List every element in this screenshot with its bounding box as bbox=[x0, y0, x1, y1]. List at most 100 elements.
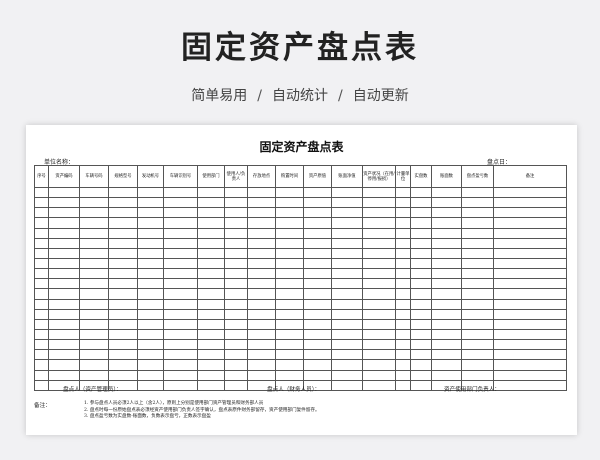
table-cell[interactable] bbox=[247, 186, 276, 199]
table-cell[interactable] bbox=[48, 308, 80, 320]
table-cell[interactable] bbox=[163, 247, 198, 259]
table-cell[interactable] bbox=[108, 227, 138, 239]
table-cell[interactable] bbox=[362, 197, 396, 209]
table-cell[interactable] bbox=[247, 207, 276, 219]
table-cell[interactable] bbox=[493, 349, 567, 361]
table-cell[interactable] bbox=[79, 318, 109, 330]
table-cell[interactable] bbox=[410, 288, 432, 300]
table-cell[interactable] bbox=[275, 257, 304, 270]
table-cell[interactable] bbox=[331, 197, 363, 209]
table-cell[interactable] bbox=[48, 207, 80, 219]
table-cell[interactable] bbox=[137, 227, 164, 239]
table-cell[interactable] bbox=[48, 278, 80, 290]
table-cell[interactable] bbox=[275, 349, 304, 361]
table-cell[interactable] bbox=[431, 308, 462, 320]
table-cell[interactable] bbox=[461, 217, 494, 229]
table-cell[interactable] bbox=[395, 186, 411, 199]
table-cell[interactable] bbox=[48, 369, 80, 381]
table-cell[interactable] bbox=[303, 328, 332, 341]
table-cell[interactable] bbox=[275, 298, 304, 310]
table-cell[interactable] bbox=[395, 268, 411, 280]
table-cell[interactable] bbox=[410, 339, 432, 351]
table-cell[interactable] bbox=[331, 298, 363, 310]
table-cell[interactable] bbox=[137, 217, 164, 229]
table-cell[interactable] bbox=[493, 247, 567, 259]
table-cell[interactable] bbox=[137, 379, 164, 391]
table-cell[interactable] bbox=[493, 278, 567, 290]
table-cell[interactable] bbox=[34, 278, 49, 290]
table-cell[interactable] bbox=[163, 369, 198, 381]
table-cell[interactable] bbox=[395, 349, 411, 361]
table-cell[interactable] bbox=[431, 278, 462, 290]
table-cell[interactable] bbox=[197, 349, 225, 361]
table-cell[interactable] bbox=[197, 288, 225, 300]
table-cell[interactable] bbox=[431, 339, 462, 351]
table-cell[interactable] bbox=[34, 379, 49, 391]
table-cell[interactable] bbox=[224, 278, 248, 290]
table-cell[interactable] bbox=[163, 217, 198, 229]
table-cell[interactable] bbox=[197, 308, 225, 320]
table-cell[interactable] bbox=[224, 227, 248, 239]
table-cell[interactable] bbox=[163, 207, 198, 219]
table-cell[interactable] bbox=[410, 359, 432, 371]
table-cell[interactable] bbox=[493, 257, 567, 270]
table-cell[interactable] bbox=[197, 186, 225, 199]
table-cell[interactable] bbox=[79, 217, 109, 229]
table-cell[interactable] bbox=[163, 359, 198, 371]
table-cell[interactable] bbox=[331, 328, 363, 341]
table-cell[interactable] bbox=[197, 298, 225, 310]
table-cell[interactable] bbox=[331, 237, 363, 249]
table-cell[interactable] bbox=[395, 318, 411, 330]
table-cell[interactable] bbox=[461, 288, 494, 300]
table-cell[interactable] bbox=[34, 369, 49, 381]
table-cell[interactable] bbox=[331, 288, 363, 300]
table-cell[interactable] bbox=[224, 369, 248, 381]
table-cell[interactable] bbox=[362, 288, 396, 300]
table-cell[interactable] bbox=[197, 207, 225, 219]
table-cell[interactable] bbox=[197, 257, 225, 270]
table-cell[interactable] bbox=[275, 339, 304, 351]
table-cell[interactable] bbox=[275, 288, 304, 300]
table-cell[interactable] bbox=[163, 379, 198, 391]
table-cell[interactable] bbox=[79, 207, 109, 219]
table-cell[interactable] bbox=[197, 197, 225, 209]
table-cell[interactable] bbox=[461, 237, 494, 249]
table-cell[interactable] bbox=[395, 359, 411, 371]
table-cell[interactable] bbox=[275, 278, 304, 290]
table-cell[interactable] bbox=[431, 257, 462, 270]
table-cell[interactable] bbox=[431, 227, 462, 239]
table-cell[interactable] bbox=[197, 318, 225, 330]
table-cell[interactable] bbox=[108, 288, 138, 300]
table-cell[interactable] bbox=[163, 339, 198, 351]
table-cell[interactable] bbox=[461, 227, 494, 239]
table-cell[interactable] bbox=[79, 186, 109, 199]
table-cell[interactable] bbox=[224, 268, 248, 280]
table-cell[interactable] bbox=[197, 278, 225, 290]
table-cell[interactable] bbox=[224, 379, 248, 391]
table-cell[interactable] bbox=[224, 339, 248, 351]
table-cell[interactable] bbox=[410, 349, 432, 361]
table-cell[interactable] bbox=[137, 298, 164, 310]
table-cell[interactable] bbox=[395, 369, 411, 381]
table-cell[interactable] bbox=[79, 369, 109, 381]
table-cell[interactable] bbox=[137, 207, 164, 219]
table-cell[interactable] bbox=[331, 247, 363, 259]
table-cell[interactable] bbox=[303, 268, 332, 280]
table-cell[interactable] bbox=[331, 207, 363, 219]
table-cell[interactable] bbox=[224, 217, 248, 229]
table-cell[interactable] bbox=[461, 268, 494, 280]
table-cell[interactable] bbox=[79, 288, 109, 300]
table-cell[interactable] bbox=[410, 207, 432, 219]
table-cell[interactable] bbox=[275, 237, 304, 249]
table-cell[interactable] bbox=[331, 369, 363, 381]
table-cell[interactable] bbox=[431, 207, 462, 219]
table-cell[interactable] bbox=[108, 328, 138, 341]
table-cell[interactable] bbox=[275, 197, 304, 209]
table-cell[interactable] bbox=[34, 197, 49, 209]
table-cell[interactable] bbox=[362, 308, 396, 320]
table-cell[interactable] bbox=[493, 359, 567, 371]
table-cell[interactable] bbox=[303, 349, 332, 361]
table-cell[interactable] bbox=[224, 318, 248, 330]
table-cell[interactable] bbox=[461, 308, 494, 320]
table-cell[interactable] bbox=[197, 369, 225, 381]
